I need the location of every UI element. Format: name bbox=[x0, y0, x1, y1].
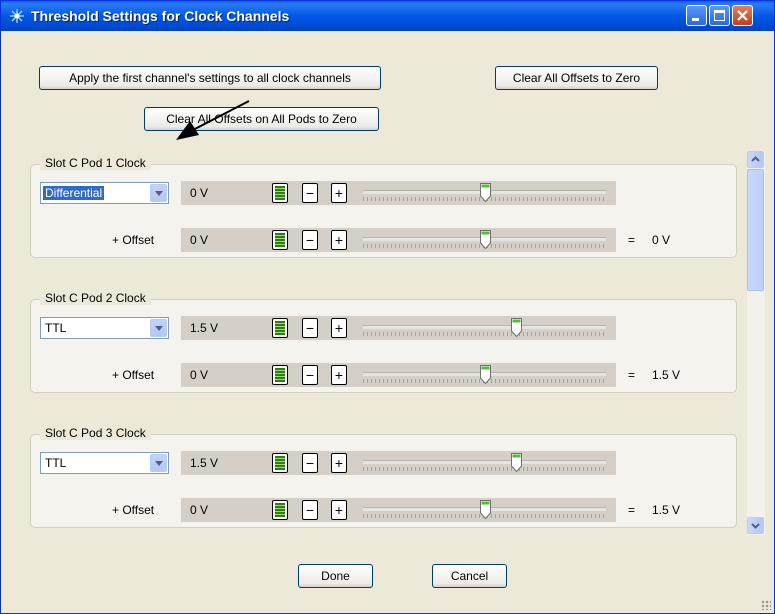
maximize-icon bbox=[714, 10, 725, 21]
total-threshold-value: 1.5 V bbox=[652, 368, 681, 382]
calculator-icon[interactable] bbox=[272, 318, 288, 338]
mode-select[interactable]: TTL bbox=[40, 317, 169, 339]
increment-button[interactable]: + bbox=[331, 230, 347, 250]
increment-button[interactable]: + bbox=[331, 318, 347, 338]
chevron-down-icon[interactable] bbox=[150, 184, 167, 202]
slider-track bbox=[363, 325, 606, 329]
increment-button[interactable]: + bbox=[331, 500, 347, 520]
slider-ticks bbox=[363, 467, 606, 471]
offset-value: 0 V bbox=[190, 233, 209, 247]
annotation-arrow-icon bbox=[176, 100, 250, 140]
apply-to-all-button[interactable]: Apply the first channel's settings to al… bbox=[39, 66, 381, 90]
increment-button[interactable]: + bbox=[331, 183, 347, 203]
slider-thumb[interactable] bbox=[511, 453, 522, 473]
mode-select[interactable]: TTL bbox=[40, 452, 169, 474]
minimize-button[interactable] bbox=[686, 5, 707, 26]
done-button[interactable]: Done bbox=[298, 564, 373, 588]
offset-value: 0 V bbox=[190, 368, 209, 382]
scroll-down-button[interactable] bbox=[747, 517, 764, 534]
title-bar[interactable]: Threshold Settings for Clock Channels bbox=[1, 1, 774, 31]
chevron-down-icon[interactable] bbox=[150, 454, 167, 472]
offset-label: + Offset bbox=[112, 233, 155, 247]
total-threshold-value: 0 V bbox=[652, 233, 671, 247]
increment-button[interactable]: + bbox=[331, 453, 347, 473]
app-icon bbox=[10, 9, 24, 23]
slider-ticks bbox=[363, 332, 606, 336]
calculator-icon[interactable] bbox=[272, 230, 288, 250]
calculator-icon[interactable] bbox=[272, 453, 288, 473]
cancel-button[interactable]: Cancel bbox=[432, 564, 507, 588]
slider-track bbox=[363, 460, 606, 464]
slider-thumb[interactable] bbox=[480, 365, 491, 385]
group-label: Slot C Pod 1 Clock bbox=[40, 156, 151, 170]
window-title: Threshold Settings for Clock Channels bbox=[31, 8, 290, 24]
close-icon bbox=[737, 10, 748, 21]
offset-slider[interactable] bbox=[363, 364, 606, 386]
resize-grip[interactable] bbox=[761, 600, 771, 610]
chevron-up-icon bbox=[751, 156, 760, 162]
slider-thumb[interactable] bbox=[480, 183, 491, 203]
equals-sign: = bbox=[628, 368, 636, 382]
group-label: Slot C Pod 3 Clock bbox=[40, 426, 151, 440]
clear-offsets-button[interactable]: Clear All Offsets to Zero bbox=[495, 66, 658, 90]
equals-sign: = bbox=[628, 503, 636, 517]
threshold-slider[interactable] bbox=[363, 452, 606, 474]
threshold-slider[interactable] bbox=[363, 182, 606, 204]
slider-thumb[interactable] bbox=[480, 500, 491, 520]
offset-slider[interactable] bbox=[363, 229, 606, 251]
maximize-button[interactable] bbox=[709, 5, 730, 26]
decrement-button[interactable]: − bbox=[302, 318, 318, 338]
mode-select-value: Differential bbox=[43, 186, 105, 200]
channel-group: Slot C Pod 3 Clock TTL 1.5 V − + + Offset 0 V =… bbox=[30, 420, 737, 528]
increment-button[interactable]: + bbox=[331, 365, 347, 385]
minimize-icon bbox=[692, 18, 699, 21]
scroll-up-button[interactable] bbox=[747, 151, 764, 168]
decrement-button[interactable]: − bbox=[302, 230, 318, 250]
calculator-icon[interactable] bbox=[272, 500, 288, 520]
calculator-icon[interactable] bbox=[272, 365, 288, 385]
group-label: Slot C Pod 2 Clock bbox=[40, 291, 151, 305]
threshold-value: 0 V bbox=[190, 186, 209, 200]
calculator-icon[interactable] bbox=[272, 183, 288, 203]
mode-select-value: TTL bbox=[45, 321, 67, 335]
offset-value: 0 V bbox=[190, 503, 209, 517]
offset-slider[interactable] bbox=[363, 499, 606, 521]
slider-thumb[interactable] bbox=[511, 318, 522, 338]
chevron-down-icon bbox=[751, 523, 760, 529]
offset-label: + Offset bbox=[112, 503, 155, 517]
chevron-down-icon[interactable] bbox=[150, 319, 167, 337]
decrement-button[interactable]: − bbox=[302, 183, 318, 203]
threshold-settings-window: Threshold Settings for Clock Channels Ap… bbox=[0, 0, 775, 614]
threshold-value: 1.5 V bbox=[190, 321, 219, 335]
equals-sign: = bbox=[628, 233, 636, 247]
decrement-button[interactable]: − bbox=[302, 365, 318, 385]
decrement-button[interactable]: − bbox=[302, 453, 318, 473]
threshold-value: 1.5 V bbox=[190, 456, 219, 470]
channel-group: Slot C Pod 1 Clock Differential 0 V − + + Off… bbox=[30, 150, 737, 258]
scroll-thumb[interactable] bbox=[747, 169, 764, 291]
decrement-button[interactable]: − bbox=[302, 500, 318, 520]
close-button[interactable] bbox=[732, 5, 753, 26]
channel-list: Slot C Pod 1 Clock Differential 0 V − + + Off… bbox=[30, 150, 766, 536]
channel-group: Slot C Pod 2 Clock TTL 1.5 V − + + Offset 0 V =… bbox=[30, 285, 737, 393]
mode-select-value: TTL bbox=[45, 456, 67, 470]
mode-select[interactable]: Differential bbox=[40, 182, 169, 204]
slider-thumb[interactable] bbox=[480, 230, 491, 250]
total-threshold-value: 1.5 V bbox=[652, 503, 681, 517]
vertical-scrollbar[interactable] bbox=[747, 151, 765, 535]
threshold-slider[interactable] bbox=[363, 317, 606, 339]
offset-label: + Offset bbox=[112, 368, 155, 382]
